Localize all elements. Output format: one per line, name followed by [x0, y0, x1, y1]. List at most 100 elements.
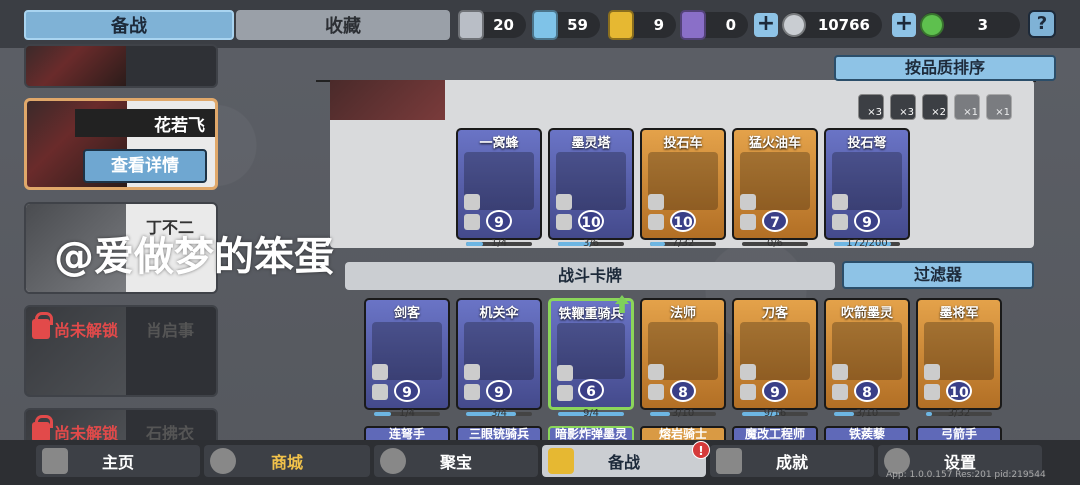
multiplier-badge: ×1 [986, 94, 1012, 120]
add-gems-button[interactable]: + [892, 13, 916, 37]
cards-icon [548, 448, 574, 474]
resource-silver: 20 [458, 10, 526, 40]
card[interactable]: 刀客 9 [732, 298, 818, 410]
target-type-icon [740, 384, 756, 400]
nav-shop[interactable]: 商城 [204, 445, 370, 477]
lock-icon [32, 415, 53, 442]
card[interactable]: 投石弩 9 [824, 128, 910, 240]
unit-type-icon [924, 364, 940, 380]
nav-prepare[interactable]: 备战 ! [542, 441, 710, 477]
hero-card-selected[interactable]: 花若飞 查看详情 [24, 98, 218, 190]
target-type-icon [832, 384, 848, 400]
hero-card-top-partial[interactable] [24, 44, 218, 88]
help-button[interactable]: ? [1028, 10, 1056, 38]
achievement-icon [716, 448, 742, 474]
unit-type-icon [557, 365, 573, 381]
card-cost: 8 [670, 380, 696, 402]
watermark: @爱做梦的笨蛋 [54, 234, 334, 280]
card-cost: 9 [486, 380, 512, 402]
card[interactable]: 一窝蜂 9 [456, 128, 542, 240]
card-name: 投石弩 [847, 136, 887, 151]
target-type-icon [924, 384, 940, 400]
view-details-button[interactable]: 查看详情 [83, 149, 207, 183]
target-type-icon [464, 384, 480, 400]
tab-collection[interactable]: 收藏 [236, 10, 450, 40]
multiplier-badge: ×3 [858, 94, 884, 120]
purple-badge-icon [680, 10, 706, 40]
card-cost: 9 [854, 210, 880, 232]
card-cost: 10 [670, 210, 696, 232]
resource-gems: 3 [920, 12, 1020, 38]
card[interactable]: 铁鞭重骑兵 6 [548, 295, 634, 410]
unit-type-icon [648, 364, 664, 380]
card-count: 3/32 [947, 408, 971, 419]
card[interactable]: 吹箭墨灵 8 [824, 298, 910, 410]
locked-label: 尚未解锁 [32, 312, 119, 341]
sort-by-quality-button[interactable]: 按品质排序 [834, 55, 1056, 81]
silver-badge-icon [458, 10, 484, 40]
card[interactable]: 剑客 9 [364, 298, 450, 410]
gems-value: 3 [977, 16, 988, 34]
resource-purple: 0 [680, 10, 748, 40]
resource-crystal: 59 [532, 10, 600, 40]
unit-type-icon [464, 364, 480, 380]
card[interactable]: 投石车 10 [640, 128, 726, 240]
deck-hero-art [330, 80, 445, 120]
section-title: 战斗卡牌 [345, 262, 835, 290]
card-cost: 7 [762, 210, 788, 232]
add-coins-button[interactable]: + [754, 13, 778, 37]
card-name: 投石车 [663, 136, 703, 151]
card[interactable]: 机关伞 9 [456, 298, 542, 410]
card-cost: 9 [762, 380, 788, 402]
treasure-icon [380, 448, 406, 474]
card-cost: 9 [486, 210, 512, 232]
card[interactable]: 猛火油车 7 [732, 128, 818, 240]
unit-type-icon [648, 194, 664, 210]
card[interactable]: 法师 8 [640, 298, 726, 410]
card-cost: 10 [946, 380, 972, 402]
card-count: 1/4 [490, 238, 508, 249]
hero-name: 肖启事 [146, 321, 195, 340]
card[interactable]: 墨将军 10 [916, 298, 1002, 410]
target-type-icon [740, 214, 756, 230]
coin-icon [782, 13, 806, 37]
card-name: 吹箭墨灵 [840, 306, 893, 321]
card[interactable]: 墨灵塔 10 [548, 128, 634, 240]
card-name: 铁鞭重骑兵 [558, 307, 624, 322]
target-type-icon [464, 214, 480, 230]
resource-coins: 10766 [782, 12, 882, 38]
target-type-icon [648, 384, 664, 400]
hero-card-locked[interactable]: 尚未解锁 肖启事 [24, 305, 218, 397]
nav-treasure[interactable]: 聚宝 [374, 445, 538, 477]
notification-badge: ! [692, 441, 710, 459]
version-text: App: 1.0.0.157 Res:201 pid:219544 [886, 470, 1046, 480]
multiplier-badge: ×3 [890, 94, 916, 120]
coins-value: 10766 [817, 16, 870, 34]
gold-badge-icon [608, 10, 634, 40]
coins-icon [210, 448, 236, 474]
resource-silver-value: 20 [493, 16, 514, 34]
unit-type-icon [464, 194, 480, 210]
card-name: 猛火油车 [748, 136, 801, 151]
card-count: 9/16 [763, 408, 787, 419]
resource-purple-value: 0 [725, 16, 736, 34]
unit-type-icon [372, 364, 388, 380]
card-count: 9/4 [582, 408, 600, 419]
card-name: 墨将军 [939, 306, 979, 321]
target-type-icon [557, 385, 573, 401]
nav-home-label: 主页 [101, 453, 134, 472]
nav-achievements[interactable]: 成就 [710, 445, 874, 477]
tab-prepare[interactable]: 备战 [24, 10, 234, 40]
resource-gold: 9 [608, 10, 676, 40]
nav-home[interactable]: 主页 [36, 445, 200, 477]
multiplier-badge: ×1 [954, 94, 980, 120]
hero-portrait [26, 46, 126, 86]
card-count: 7/32 [671, 238, 695, 249]
filter-button[interactable]: 过滤器 [842, 261, 1034, 289]
nav-shop-label: 商城 [270, 453, 303, 472]
card-name: 墨灵塔 [571, 136, 611, 151]
resource-crystal-value: 59 [567, 16, 588, 34]
locked-text: 尚未解锁 [54, 321, 119, 340]
card-cost: 8 [854, 380, 880, 402]
card-cost: 10 [578, 210, 604, 232]
